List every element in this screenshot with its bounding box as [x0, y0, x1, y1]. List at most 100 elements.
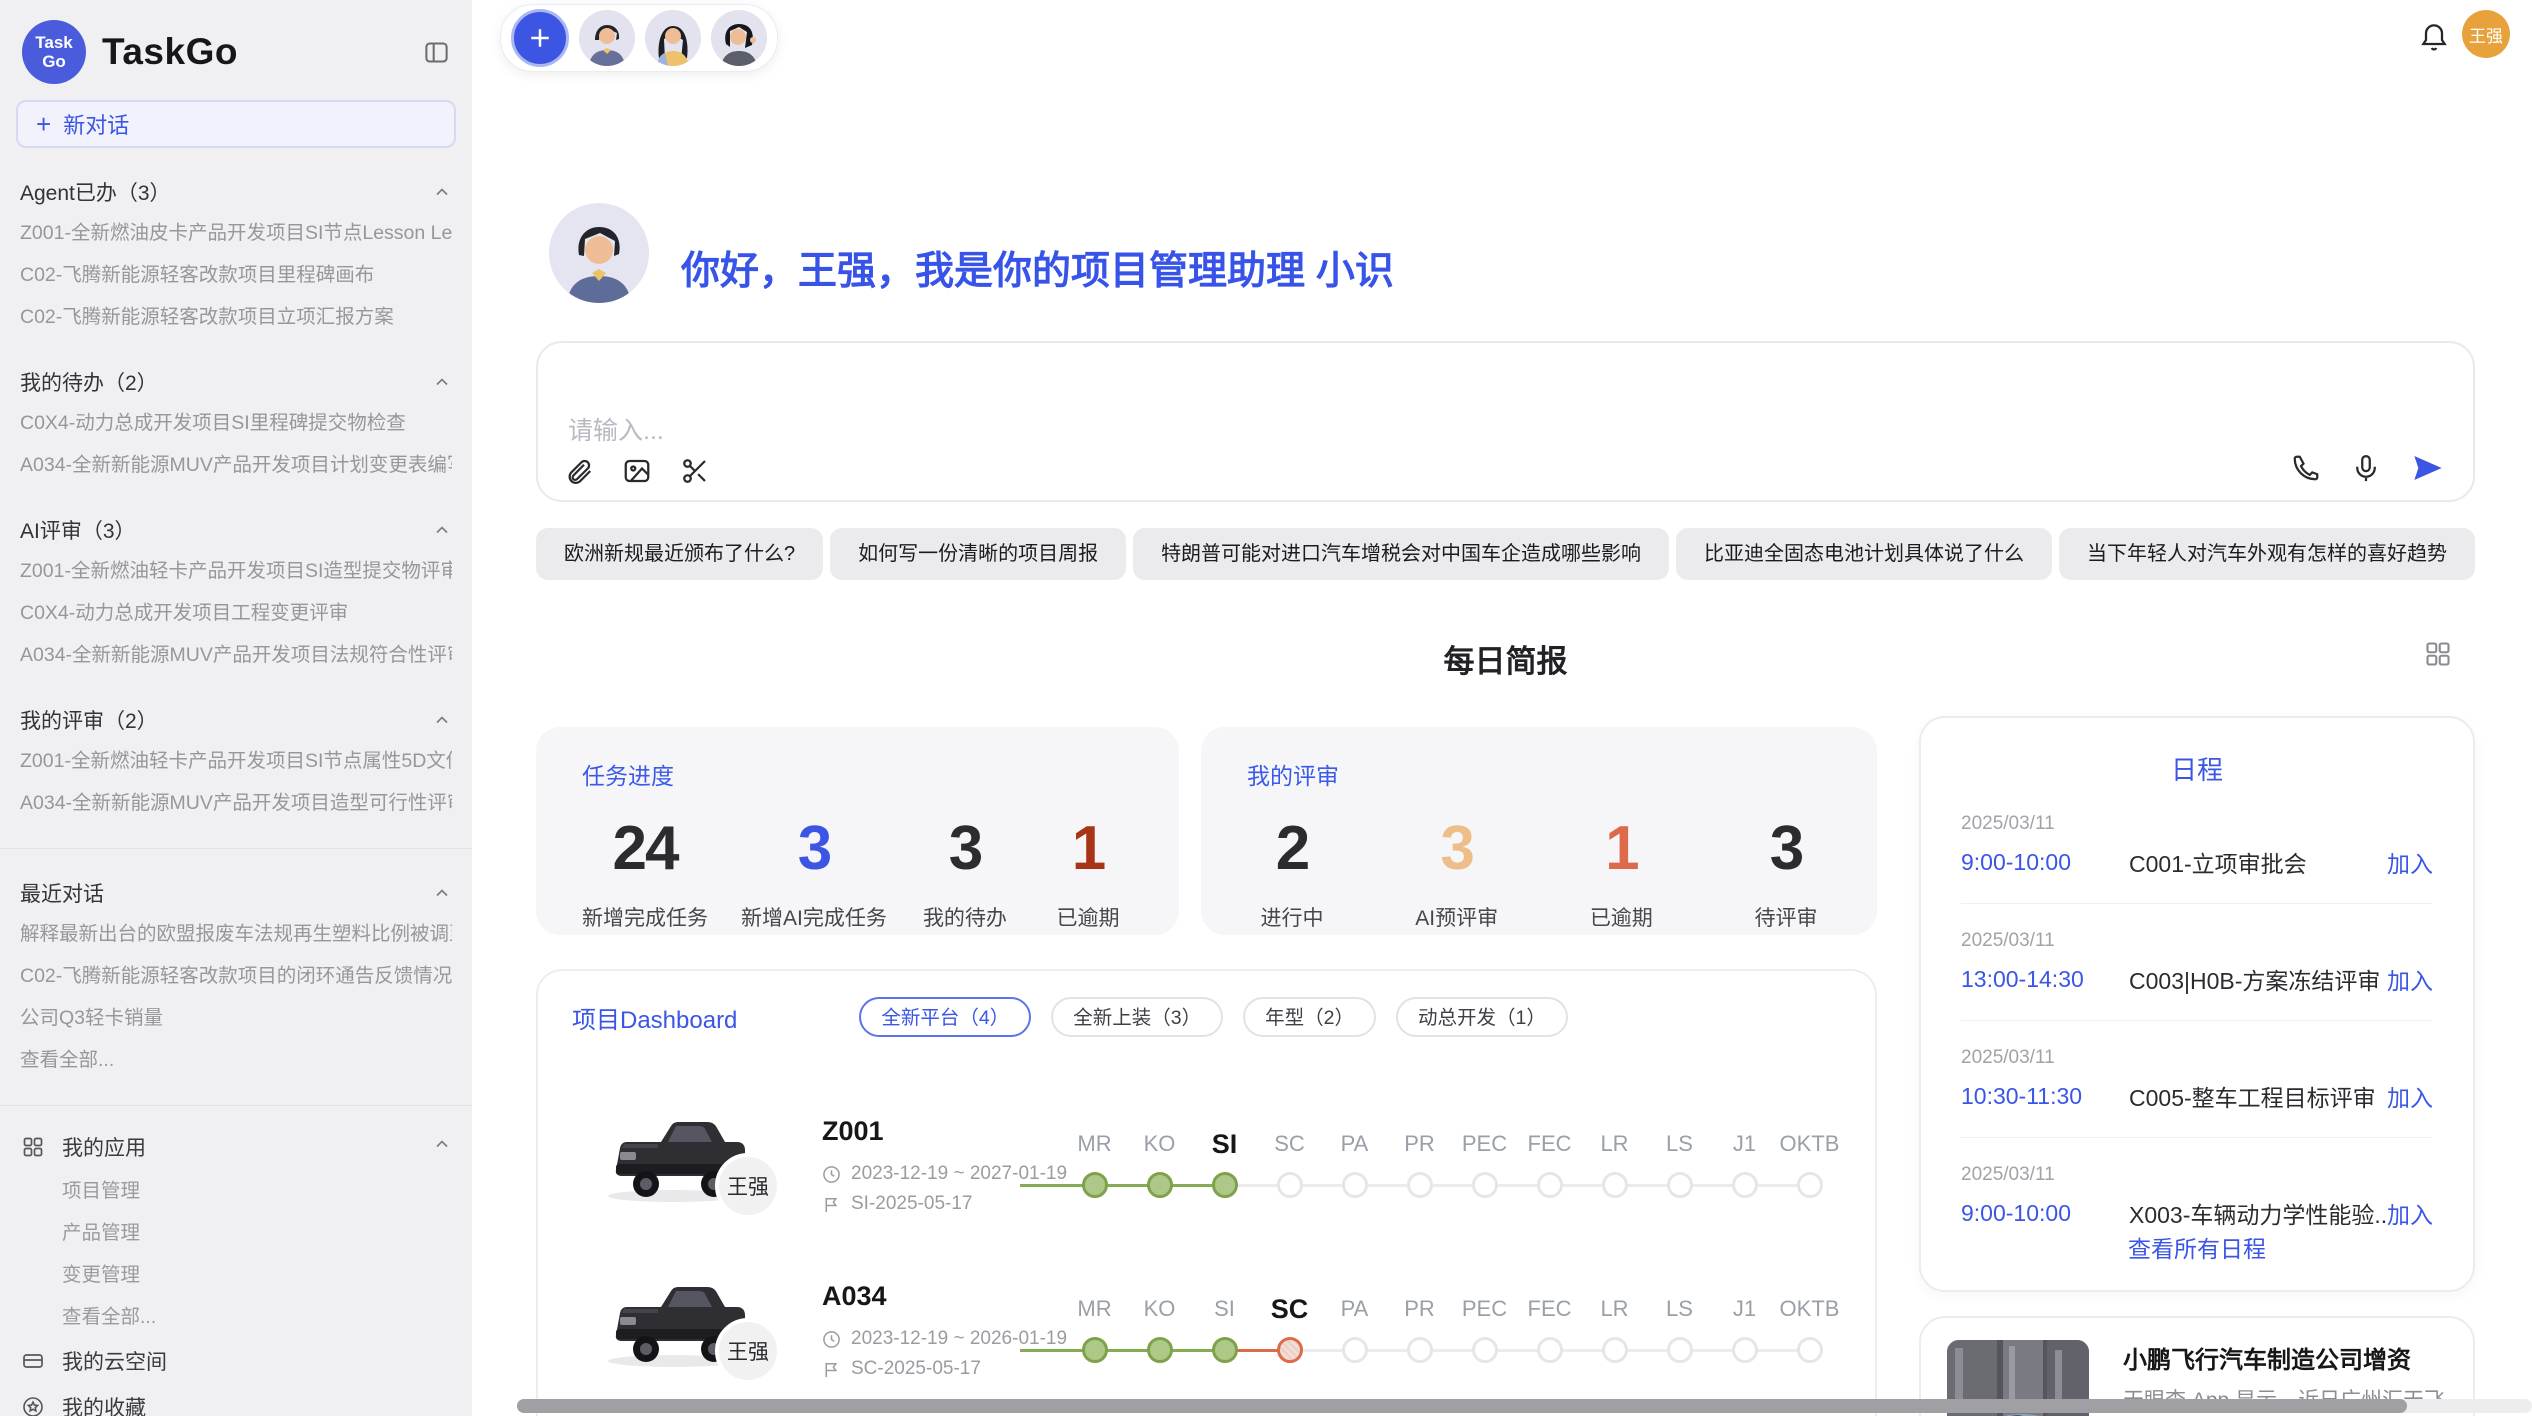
horizontal-scrollbar-thumb[interactable] — [517, 1399, 2407, 1413]
stat-label: 进行中 — [1247, 902, 1337, 932]
project-row[interactable]: 王强 A034 2023-12-19 ~ 2026-01-19 SC-2025-… — [538, 1273, 1875, 1416]
conversation-item[interactable]: 解释最新出台的欧盟报废车法规再生塑料比例被调至15%... — [20, 913, 452, 955]
task-item[interactable]: A034-全新新能源MUV产品开发项目法规符合性评审 — [20, 634, 452, 676]
dashboard-tab[interactable]: 年型（2） — [1243, 997, 1376, 1037]
sidebar-collapse-icon[interactable] — [423, 39, 450, 66]
dashboard-tab[interactable]: 动总开发（1） — [1396, 997, 1568, 1037]
conversation-item[interactable]: 公司Q3轻卡销量 — [20, 997, 452, 1039]
briefing-stats: 任务进度 24 新增完成任务 3 新增AI完成任务 3 我的待办 1 已逾期 我… — [536, 727, 1877, 935]
milestone-PA: PA — [1322, 1122, 1387, 1204]
schedule-item[interactable]: 2025/03/11 13:00-14:30 C003|H0B-方案冻结评审 加… — [1921, 930, 2473, 1021]
notification-bell-icon[interactable] — [2418, 18, 2450, 59]
schedule-card: 日程 2025/03/11 9:00-10:00 C001-立项审批会 加入 2… — [1919, 716, 2475, 1292]
task-item[interactable]: C0X4-动力总成开发项目SI里程碑提交物检查 — [20, 402, 452, 444]
milestone-PEC: PEC — [1452, 1287, 1517, 1369]
recent-chats-header[interactable]: 最近对话 — [20, 873, 452, 913]
task-item[interactable]: C02-飞腾新能源轻客改款项目立项汇报方案 — [20, 296, 452, 338]
app-sub-item[interactable]: 产品管理 — [20, 1212, 452, 1254]
schedule-item[interactable]: 2025/03/11 9:00-10:00 X003-车辆动力学性能验... 加… — [1921, 1164, 2473, 1230]
chevron-up-icon — [432, 1134, 452, 1160]
dashboard-tab[interactable]: 全新平台（4） — [859, 997, 1031, 1037]
section-title: Agent已办（3） — [20, 177, 171, 207]
event-time: 13:00-14:30 — [1961, 966, 2129, 993]
project-info: Z001 2023-12-19 ~ 2027-01-19 SI-2025-05-… — [822, 1116, 1058, 1215]
milestone-SI: SI — [1192, 1287, 1257, 1369]
join-link[interactable]: 加入 — [2387, 1079, 2433, 1113]
flag-icon — [822, 1360, 841, 1379]
app-sub-item[interactable]: 变更管理 — [20, 1254, 452, 1296]
suggestion-chip[interactable]: 欧洲新规最近颁布了什么? — [536, 528, 823, 580]
suggestion-chip[interactable]: 比亚迪全固态电池计划具体说了什么 — [1676, 528, 2052, 580]
suggestion-chip[interactable]: 如何写一份清晰的项目周报 — [830, 528, 1126, 580]
section-title: 我的评审（2） — [20, 705, 158, 735]
briefing-layout-icon[interactable] — [2424, 640, 2452, 673]
sidebar-item-star[interactable]: 我的收藏 — [20, 1384, 452, 1416]
event-date: 2025/03/11 — [1961, 1164, 2433, 1186]
dashboard-tab[interactable]: 全新上装（3） — [1051, 997, 1223, 1037]
chevron-up-icon — [432, 710, 452, 730]
milestone-dot — [1537, 1172, 1563, 1198]
sidebar-item-drive[interactable]: 我的云空间 — [20, 1338, 452, 1384]
microphone-icon[interactable] — [2351, 453, 2381, 483]
stat-value: 3 — [1412, 813, 1502, 884]
new-chat-label: 新对话 — [63, 108, 129, 140]
task-item[interactable]: C02-飞腾新能源轻客改款项目里程碑画布 — [20, 254, 452, 296]
session-avatar-3[interactable] — [711, 10, 767, 66]
milestone-dot — [1342, 1337, 1368, 1363]
project-dates: 2023-12-19 ~ 2027-01-19 — [851, 1163, 1067, 1185]
section-title: 我的待办（2） — [20, 367, 158, 397]
task-item[interactable]: Z001-全新燃油皮卡产品开发项目SI节点Lesson Learn报告 — [20, 212, 452, 254]
join-link[interactable]: 加入 — [2387, 1196, 2433, 1230]
suggestion-chip[interactable]: 特朗普可能对进口汽车增税会对中国车企造成哪些影响 — [1133, 528, 1669, 580]
stat-value: 24 — [582, 813, 708, 884]
horizontal-scrollbar-track[interactable] — [517, 1399, 2532, 1413]
milestone-SC: SC — [1257, 1122, 1322, 1204]
attachment-icon[interactable] — [564, 456, 594, 486]
event-title: C001-立项审批会 — [2129, 845, 2387, 879]
phone-icon[interactable] — [2291, 453, 2321, 483]
conversation-item[interactable]: C02-飞腾新能源轻客改款项目的闭环通告反馈情况 — [20, 955, 452, 997]
project-row[interactable]: 王强 Z001 2023-12-19 ~ 2027-01-19 SI-2025-… — [538, 1108, 1875, 1273]
milestone-dot — [1797, 1337, 1823, 1363]
milestone-LS: LS — [1647, 1287, 1712, 1369]
milestone-LR: LR — [1582, 1287, 1647, 1369]
sidebar-nav: Agent已办（3） Z001-全新燃油皮卡产品开发项目SI节点Lesson Le… — [0, 172, 472, 1416]
image-icon[interactable] — [622, 456, 652, 486]
section-header-2[interactable]: AI评审（3） — [20, 510, 452, 550]
send-icon[interactable] — [2411, 452, 2443, 484]
section-header-3[interactable]: 我的评审（2） — [20, 700, 452, 740]
scissors-icon[interactable] — [680, 456, 710, 486]
user-avatar[interactable]: 王强 — [2462, 10, 2510, 58]
recent-view-all-link[interactable]: 查看全部... — [20, 1039, 452, 1081]
task-item[interactable]: A034-全新新能源MUV产品开发项目造型可行性评审 — [20, 782, 452, 824]
divider — [0, 848, 472, 849]
stat-value: 3 — [1741, 813, 1831, 884]
join-link[interactable]: 加入 — [2387, 845, 2433, 879]
section-header-0[interactable]: Agent已办（3） — [20, 172, 452, 212]
task-item[interactable]: Z001-全新燃油轻卡产品开发项目SI节点属性5D文件评审 — [20, 740, 452, 782]
milestone-MR: MR — [1062, 1122, 1127, 1204]
new-chat-button[interactable]: + 新对话 — [16, 100, 456, 148]
section-header-1[interactable]: 我的待办（2） — [20, 362, 452, 402]
add-session-button[interactable] — [511, 9, 569, 67]
join-link[interactable]: 加入 — [2387, 962, 2433, 996]
apps-grid-icon — [20, 1135, 46, 1159]
task-item[interactable]: A034-全新新能源MUV产品开发项目计划变更表编写 — [20, 444, 452, 486]
schedule-item[interactable]: 2025/03/11 10:30-11:30 C005-整车工程目标评审 加入 — [1921, 1047, 2473, 1138]
chat-input-card[interactable]: 请输入... — [536, 341, 2475, 502]
my-apps-header[interactable]: 我的应用 — [20, 1124, 452, 1170]
app-sub-item[interactable]: 查看全部... — [20, 1296, 452, 1338]
session-avatar-1[interactable] — [579, 10, 635, 66]
milestone-dot — [1732, 1172, 1758, 1198]
milestone-PEC: PEC — [1452, 1122, 1517, 1204]
task-item[interactable]: Z001-全新燃油轻卡产品开发项目SI造型提交物评审 — [20, 550, 452, 592]
app-sub-item[interactable]: 项目管理 — [20, 1170, 452, 1212]
view-all-schedule-link[interactable]: 查看所有日程 — [1921, 1230, 2473, 1264]
dashboard-header: 项目Dashboard 全新平台（4）全新上装（3）年型（2）动总开发（1） — [538, 971, 1875, 1037]
suggestion-chip[interactable]: 当下年轻人对汽车外观有怎样的喜好趋势 — [2059, 528, 2475, 580]
session-avatar-2[interactable] — [645, 10, 701, 66]
stat: 3 待评审 — [1741, 813, 1831, 932]
schedule-item[interactable]: 2025/03/11 9:00-10:00 C001-立项审批会 加入 — [1921, 813, 2473, 904]
milestone-dot — [1082, 1172, 1108, 1198]
task-item[interactable]: C0X4-动力总成开发项目工程变更评审 — [20, 592, 452, 634]
